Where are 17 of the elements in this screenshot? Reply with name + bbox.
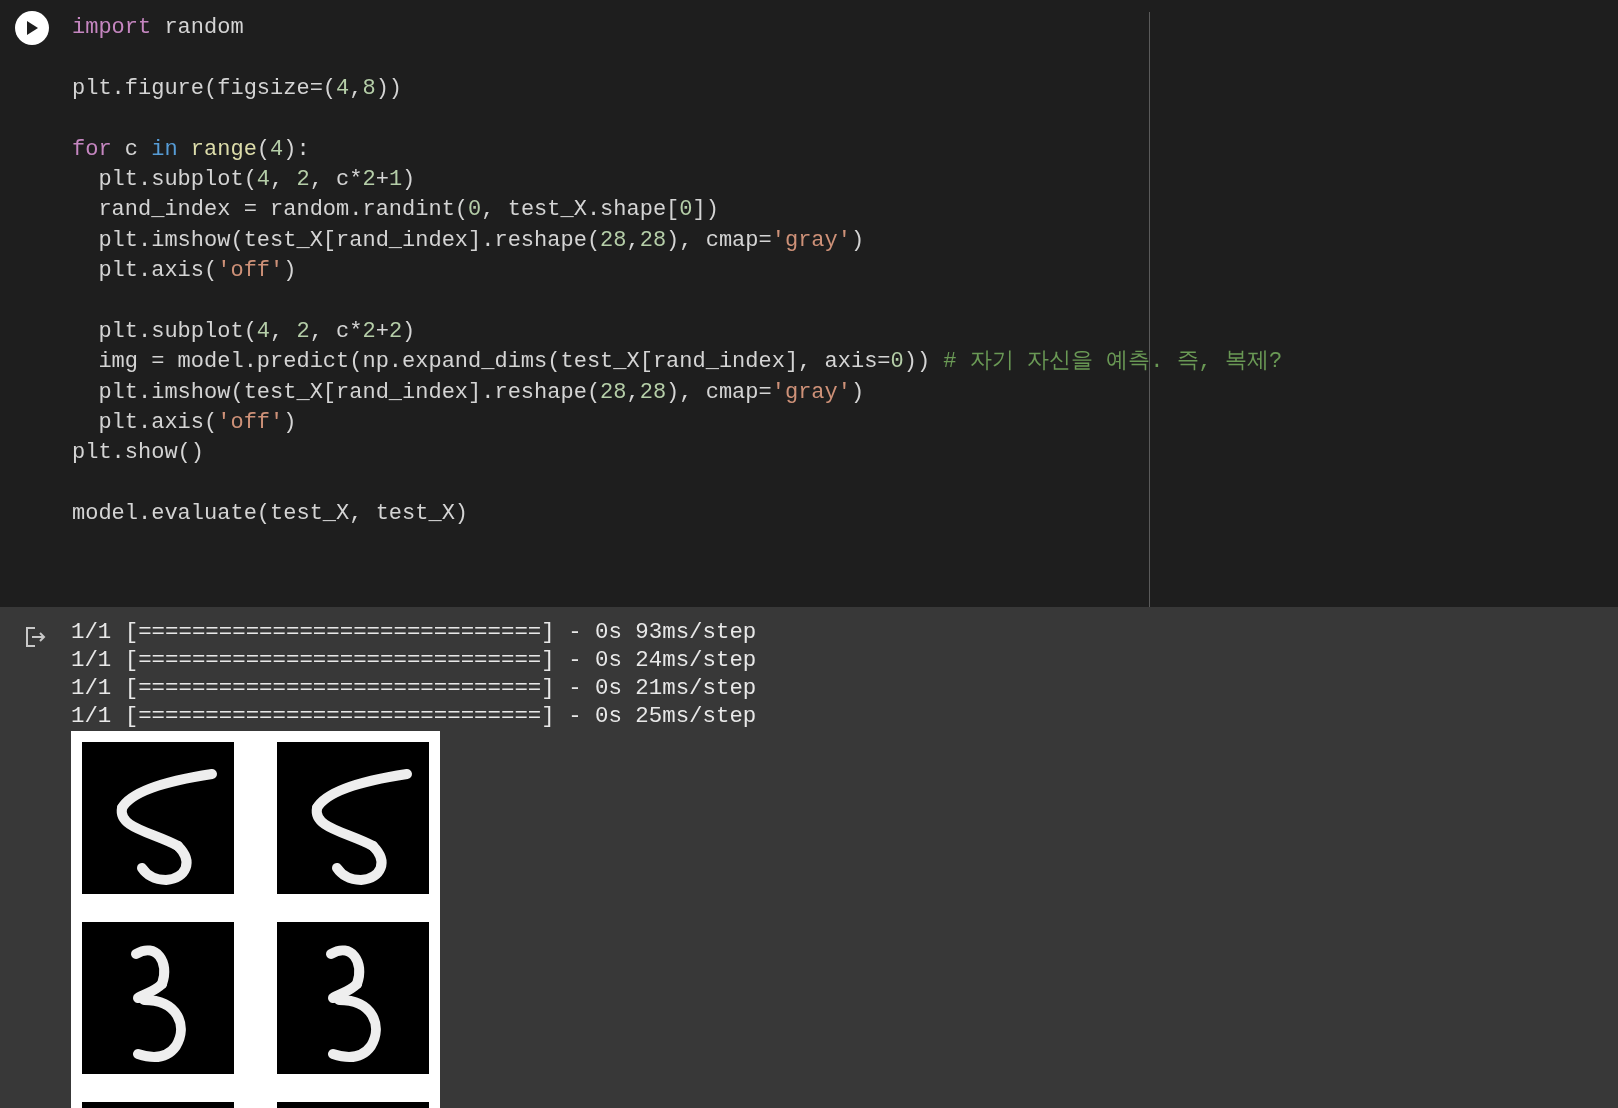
code-line: plt.figure(figsize=(4,8)) — [72, 74, 404, 103]
code-line: plt.axis('off') — [97, 409, 298, 438]
output-line: 1/1 [==============================] - 0s 25ms/step — [71, 702, 757, 730]
code-line: plt.imshow(test_X[rand_index].reshape(28,28), cmap='gray') — [97, 378, 866, 407]
code-line: import random — [72, 14, 245, 42]
code-line: plt.subplot(4, 2, c*2+2) — [97, 317, 417, 346]
code-line: for c in range(4): — [72, 135, 311, 164]
code-line: img = model.predict(np.expand_dims(test_X[rand_index], axis=0)) # 자기 자신을 예측. 즉, 복제? — [97, 348, 1283, 377]
output-line: 1/1 [==============================] - 0s 93ms/step — [71, 618, 757, 646]
code-line: plt.imshow(test_X[rand_index].reshape(28,28), cmap='gray') — [97, 226, 866, 255]
code-line: plt.show() — [72, 439, 206, 468]
code-line: plt.subplot(4, 2, c*2+1) — [97, 165, 417, 194]
code-line: model.evaluate(test_X, test_X) — [72, 500, 470, 529]
code-line: rand_index = random.randint(0, test_X.shape[0]) — [97, 196, 720, 225]
code-line: plt.axis('off') — [97, 257, 298, 286]
output-line: 1/1 [==============================] - 0s 21ms/step — [71, 674, 757, 702]
output-line: 1/1 [==============================] - 0s 24ms/step — [71, 646, 757, 674]
